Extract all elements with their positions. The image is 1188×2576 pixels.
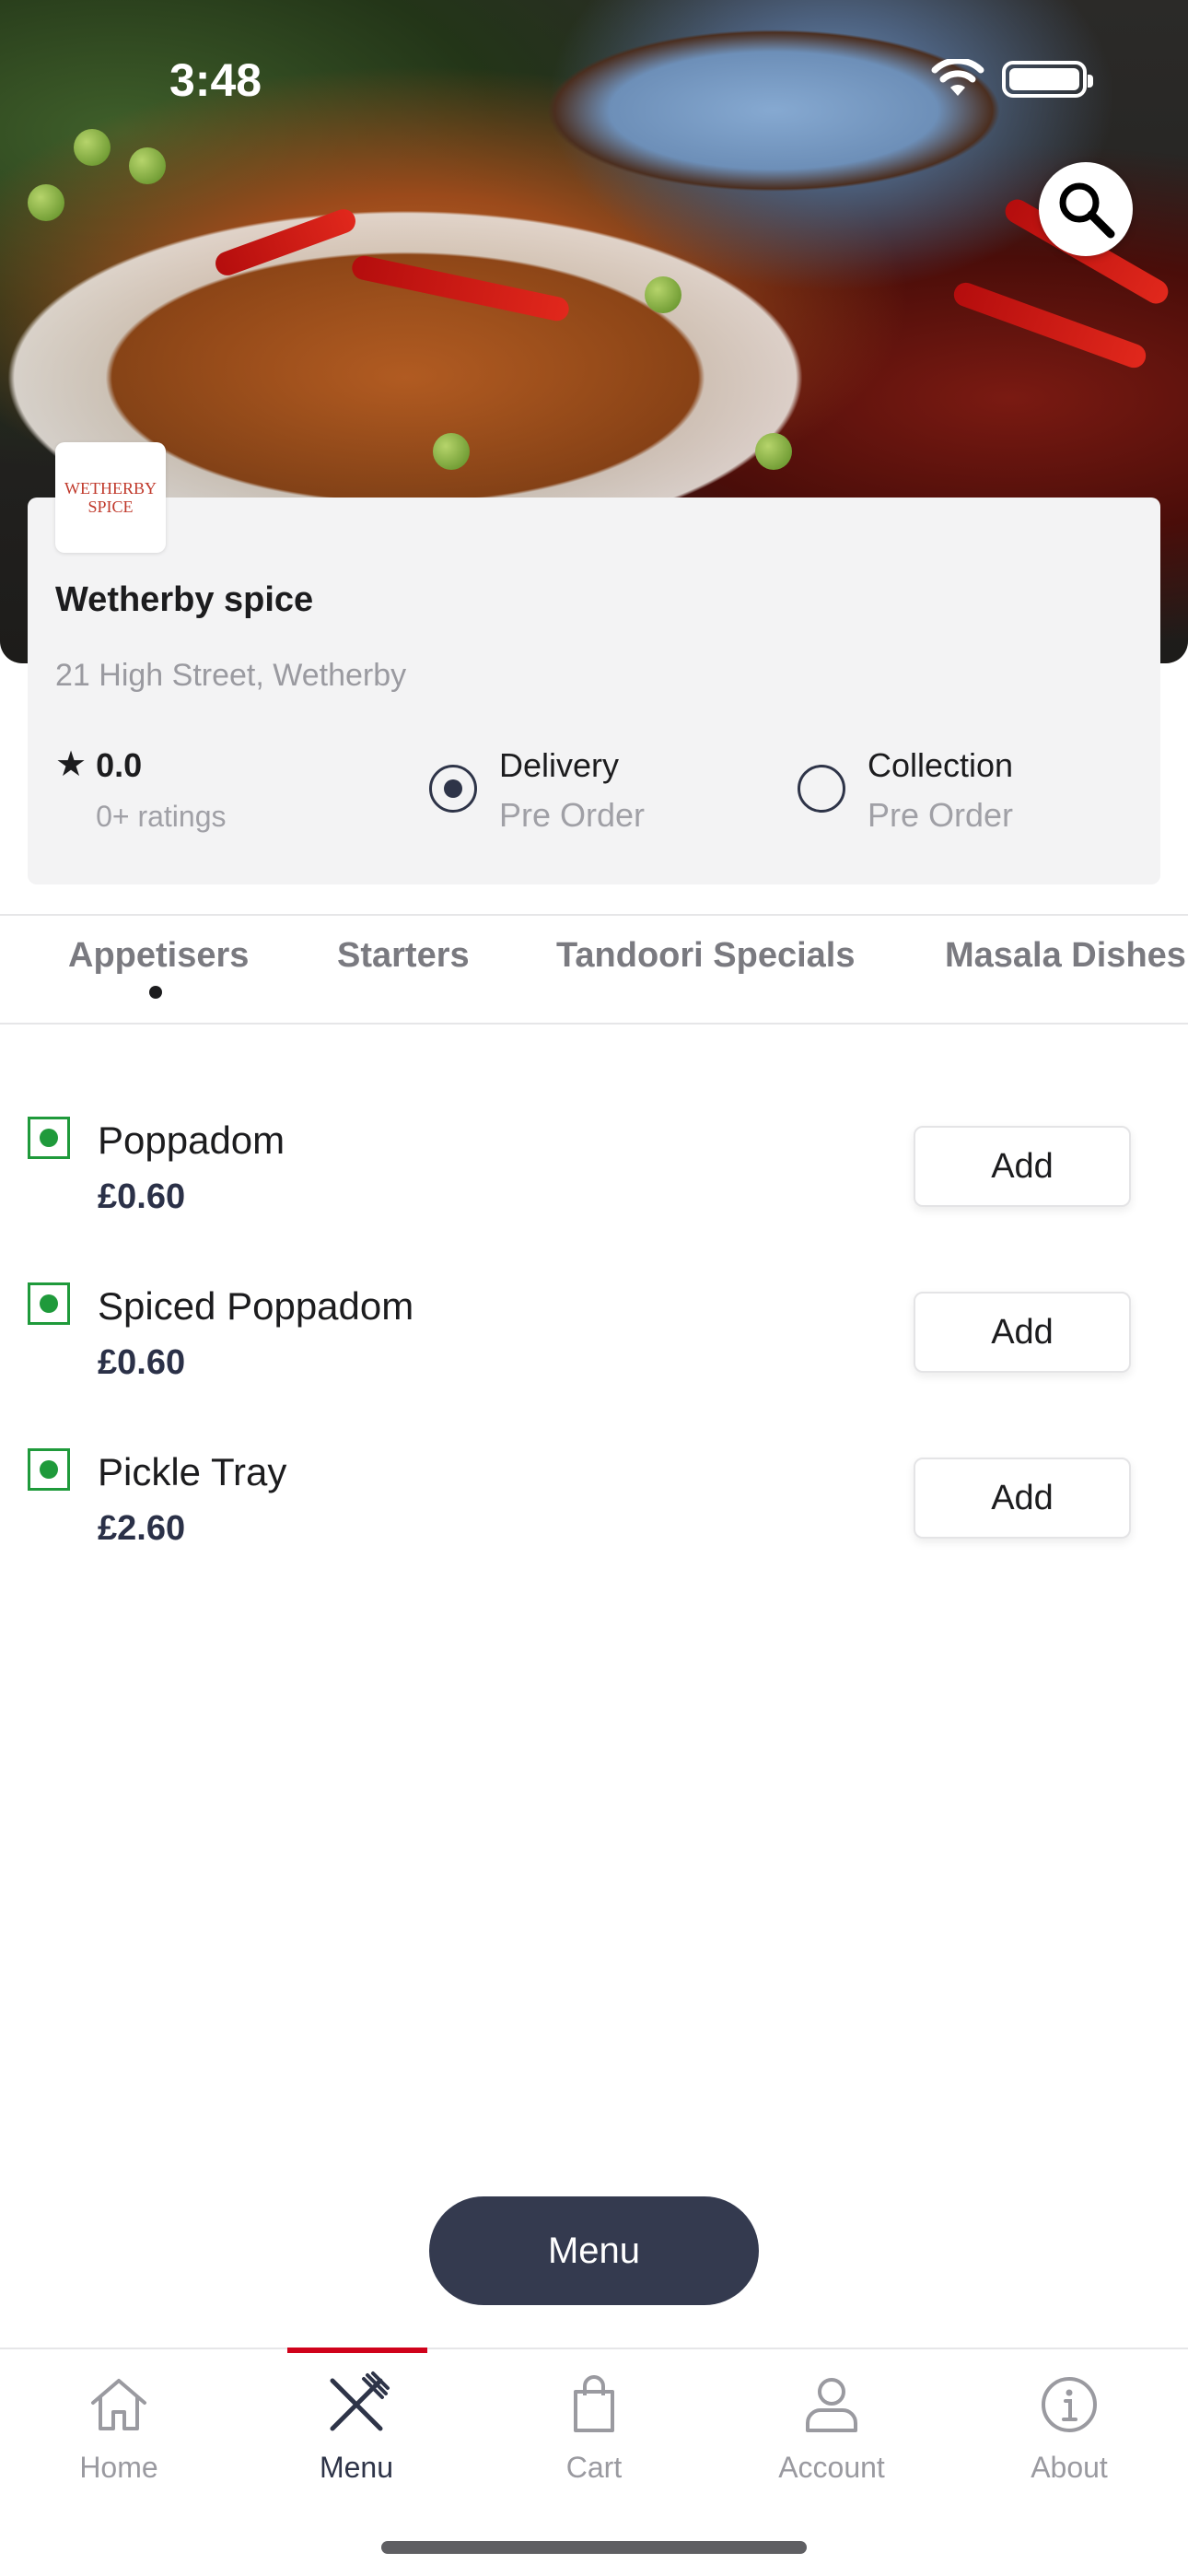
hero-pea (28, 184, 64, 221)
delivery-sub: Pre Order (499, 796, 646, 834)
hero-pea (645, 276, 681, 313)
search-button[interactable] (1039, 162, 1133, 256)
rating-value: 0.0 (96, 746, 143, 784)
veg-indicator-icon (28, 1448, 70, 1491)
hero-pea (755, 433, 792, 470)
hero-pea (129, 147, 166, 184)
nav-menu-label: Menu (319, 2451, 394, 2484)
nav-account-label: Account (778, 2451, 885, 2484)
nav-home-label: Home (79, 2451, 158, 2484)
rating-count: 0+ ratings (96, 800, 227, 833)
menu-category-button[interactable]: Menu (429, 2196, 759, 2305)
item-name: Pickle Tray (98, 1450, 287, 1493)
collection-option[interactable]: Collection Pre Order (798, 746, 1013, 835)
search-icon (1059, 182, 1115, 239)
item-price: £2.60 (98, 1509, 186, 1548)
delivery-label: Delivery (499, 746, 620, 784)
item-price: £0.60 (98, 1177, 186, 1216)
tab-masala-dishes[interactable]: Masala Dishes (945, 936, 1186, 976)
hero-pea (433, 433, 470, 470)
restaurant-logo-text: WETHERBY SPICE (64, 479, 157, 516)
restaurant-name: Wetherby spice (55, 580, 314, 619)
delivery-option[interactable]: Delivery Pre Order (429, 746, 645, 835)
add-button[interactable]: Add (914, 1126, 1131, 1207)
item-name: Poppadom (98, 1118, 285, 1162)
nav-about[interactable]: About (950, 2349, 1188, 2515)
restaurant-logo: WETHERBY SPICE (55, 442, 166, 553)
restaurant-info-card: WETHERBY SPICE Wetherby spice 21 High St… (28, 442, 1160, 884)
info-icon (1042, 2377, 1097, 2432)
menu-item: Poppadom £0.60 Add (0, 1117, 1188, 1264)
fork-knife-icon (330, 2371, 390, 2431)
wifi-icon (931, 59, 984, 96)
category-tabs: Appetisers Starters Tandoori Specials Ma… (0, 914, 1188, 1025)
battery-icon (1002, 61, 1093, 98)
tab-appetisers[interactable]: Appetisers (68, 936, 249, 976)
collection-sub: Pre Order (868, 796, 1014, 834)
collection-radio[interactable] (798, 765, 845, 813)
status-icons (930, 59, 1093, 100)
shopping-bag-icon (574, 2375, 614, 2432)
veg-indicator-icon (28, 1282, 70, 1325)
add-button[interactable]: Add (914, 1458, 1131, 1539)
nav-home[interactable]: Home (0, 2349, 238, 2515)
tab-tandoori-specials[interactable]: Tandoori Specials (556, 936, 855, 976)
item-name: Spiced Poppadom (98, 1284, 414, 1328)
status-time: 3:48 (169, 54, 262, 106)
hero-pea (74, 129, 111, 166)
veg-indicator-icon (28, 1117, 70, 1159)
nav-about-label: About (1031, 2451, 1108, 2484)
add-button[interactable]: Add (914, 1292, 1131, 1373)
item-price: £0.60 (98, 1343, 186, 1382)
nav-cart[interactable]: Cart (475, 2349, 713, 2515)
menu-item: Pickle Tray £2.60 Add (0, 1448, 1188, 1596)
star-icon: ★ (55, 745, 87, 784)
nav-account[interactable]: Account (713, 2349, 950, 2515)
home-indicator[interactable] (381, 2541, 807, 2554)
menu-item: Spiced Poppadom £0.60 Add (0, 1282, 1188, 1430)
hero-chili (950, 279, 1149, 371)
tab-starters[interactable]: Starters (337, 936, 470, 976)
hero-bowl (516, 18, 1031, 203)
collection-label: Collection (868, 746, 1014, 784)
restaurant-address: 21 High Street, Wetherby (55, 658, 407, 693)
nav-menu[interactable]: Menu (238, 2349, 475, 2515)
home-icon (91, 2379, 146, 2430)
delivery-radio[interactable] (429, 765, 477, 813)
active-tab-indicator (149, 986, 162, 999)
rating-block: ★ 0.0 0+ ratings (55, 746, 227, 834)
nav-cart-label: Cart (565, 2451, 623, 2484)
person-icon (806, 2378, 857, 2432)
